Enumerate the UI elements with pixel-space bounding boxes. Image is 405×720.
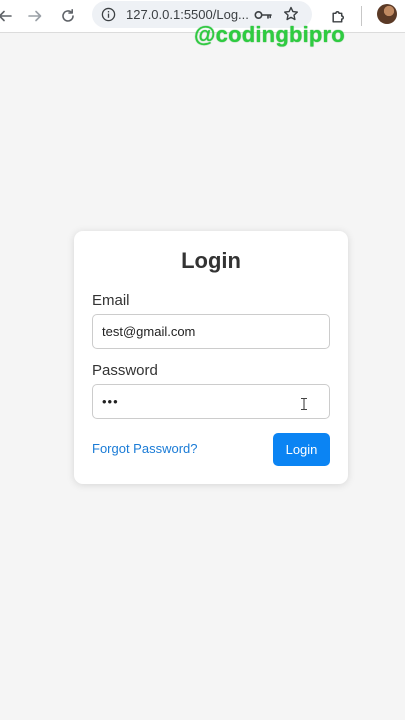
reload-icon[interactable] bbox=[55, 3, 81, 29]
forgot-password-link[interactable]: Forgot Password? bbox=[92, 441, 198, 456]
password-label: Password bbox=[92, 362, 158, 379]
url-text[interactable]: 127.0.0.1:5500/Log... bbox=[126, 6, 249, 23]
email-label: Email bbox=[92, 292, 130, 309]
login-card: Login Email Password Forgot Password? Lo… bbox=[74, 231, 348, 484]
email-field[interactable] bbox=[92, 314, 330, 349]
password-field[interactable] bbox=[92, 384, 330, 419]
star-icon[interactable] bbox=[282, 5, 300, 23]
back-arrow-icon[interactable] bbox=[0, 3, 18, 29]
text-cursor-icon bbox=[301, 398, 307, 410]
info-icon[interactable] bbox=[100, 6, 116, 22]
avatar[interactable] bbox=[377, 4, 397, 24]
toolbar-divider bbox=[361, 6, 362, 26]
login-button[interactable]: Login bbox=[273, 433, 330, 466]
key-icon[interactable] bbox=[254, 6, 272, 23]
page-title: Login bbox=[181, 248, 241, 273]
watermark-handle: @codingbipro bbox=[194, 22, 345, 47]
forward-arrow-icon[interactable] bbox=[22, 3, 48, 29]
